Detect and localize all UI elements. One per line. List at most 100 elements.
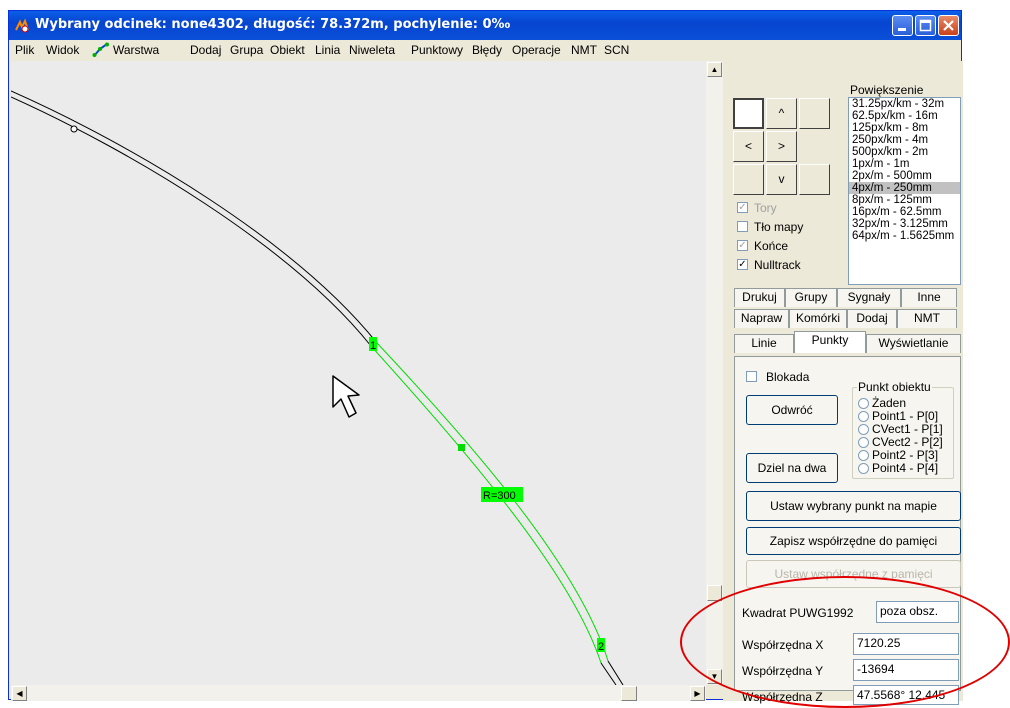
zoom-option[interactable]: 125px/km - 8m: [849, 122, 960, 134]
tab-linie[interactable]: Linie: [734, 334, 794, 353]
track-node: [70, 125, 78, 133]
checkbox-tlo-mapy-label: Tło mapy: [754, 220, 804, 234]
menu-bledy[interactable]: Błędy: [472, 43, 502, 57]
nav-up-button[interactable]: ^: [766, 98, 797, 129]
checkbox-nulltrack-box: ✓: [737, 259, 748, 270]
tab-drukuj[interactable]: Drukuj: [734, 288, 785, 307]
menu-niweleta[interactable]: Niweleta: [349, 43, 395, 57]
tab-wyswietlanie[interactable]: Wyświetlanie: [866, 334, 961, 353]
tab-komorki[interactable]: Komórki: [789, 309, 847, 328]
radius-label: R=300: [483, 490, 516, 502]
point-2-label: 2: [598, 641, 604, 653]
tab-grupy[interactable]: Grupy: [785, 288, 837, 307]
radio-dot: [858, 450, 869, 461]
menu-bar: Plik Widok Warstwa Dodaj Grupa Obiekt Li…: [9, 40, 961, 60]
checkbox-blokada-box: [746, 371, 757, 382]
menu-warstwa[interactable]: Warstwa: [113, 43, 159, 57]
close-button[interactable]: [938, 15, 959, 36]
nav-center-button[interactable]: [733, 98, 764, 129]
checkbox-tlo-mapy-box: [737, 221, 748, 232]
nav-left-button[interactable]: <: [733, 131, 764, 162]
zoom-option[interactable]: 8px/m - 125mm: [849, 194, 960, 206]
zoom-option-selected[interactable]: 4px/m - 250mm: [849, 182, 960, 194]
menu-obiekt[interactable]: Obiekt: [270, 43, 305, 57]
checkbox-tory-label: Tory: [754, 201, 777, 215]
maximize-icon: [919, 19, 932, 32]
tab-inne[interactable]: Inne: [901, 288, 957, 307]
tab-napraw[interactable]: Napraw: [734, 309, 789, 328]
track-map: 1 R=300 2: [11, 90, 624, 685]
vertical-scrollbar[interactable]: ▲ ▼: [706, 61, 723, 685]
set-point-on-map-button[interactable]: Ustaw wybrany punkt na mapie: [746, 491, 961, 521]
point-1-label: 1: [370, 340, 376, 352]
zoom-option[interactable]: 64px/m - 1.5625mm: [849, 230, 960, 242]
nav-blank-bottom-left[interactable]: [733, 164, 764, 195]
nav-down-button[interactable]: v: [766, 164, 797, 195]
zoom-option[interactable]: 31.25px/km - 32m: [849, 98, 960, 110]
radio-label: CVect1 - P[1]: [872, 422, 943, 436]
checkbox-tory-box: ✓: [737, 202, 748, 213]
radio-label: Point4 - P[4]: [872, 461, 939, 475]
radio-dot: [858, 463, 869, 474]
menu-scn[interactable]: SCN: [604, 43, 629, 57]
radio-dot: [858, 411, 869, 422]
checkbox-konce-box: ✓: [737, 240, 748, 251]
horizontal-scrollbar[interactable]: ◀ ▶: [11, 685, 706, 701]
layers-icon: [92, 42, 109, 57]
scroll-left-button[interactable]: ◀: [12, 686, 27, 701]
menu-plik[interactable]: Plik: [15, 43, 34, 57]
radio-label: Żaden: [872, 396, 907, 410]
nav-blank-top-right[interactable]: [799, 98, 830, 129]
map-canvas[interactable]: 1 R=300 2: [11, 61, 706, 685]
zoom-option[interactable]: 32px/m - 3.125mm: [849, 218, 960, 230]
menu-linia[interactable]: Linia: [315, 43, 340, 57]
checkbox-konce-label: Końce: [754, 239, 789, 253]
selected-track-left: [370, 345, 602, 664]
radio-label: Point2 - P[3]: [872, 448, 939, 462]
control-point[interactable]: [458, 444, 465, 451]
menu-punktowy[interactable]: Punktowy: [411, 43, 463, 57]
maximize-button[interactable]: [915, 15, 936, 36]
zoom-option[interactable]: 62.5px/km - 16m: [849, 110, 960, 122]
window-title: Wybrany odcinek: none4302, długość: 78.3…: [35, 17, 511, 32]
menu-dodaj[interactable]: Dodaj: [190, 43, 221, 57]
highlight-annotation-ellipse: [680, 576, 1010, 708]
mouse-cursor-icon: [332, 375, 360, 418]
tab-dodaj[interactable]: Dodaj: [847, 309, 897, 328]
menu-widok[interactable]: Widok: [46, 43, 79, 57]
zoom-option[interactable]: 250px/km - 4m: [849, 134, 960, 146]
checkbox-nulltrack-label: Nulltrack: [754, 258, 801, 272]
scroll-right-button[interactable]: ▶: [690, 686, 705, 701]
nav-right-button[interactable]: >: [766, 131, 797, 162]
radio-label: Point1 - P[0]: [872, 409, 939, 423]
dziel-na-dwa-button[interactable]: Dziel na dwa: [746, 453, 838, 483]
zoom-option[interactable]: 16px/m - 62.5mm: [849, 206, 960, 218]
radio-label: CVect2 - P[2]: [872, 435, 943, 449]
checkbox-blokada-label: Blokada: [766, 370, 810, 384]
punkt-obiektu-group: Punkt obiektu Żaden Point1 - P[0] CVect1…: [852, 380, 954, 479]
horizontal-scroll-thumb[interactable]: [621, 686, 637, 701]
tab-nmt[interactable]: NMT: [897, 309, 957, 328]
zoom-listbox[interactable]: 31.25px/km - 32m 62.5px/km - 16m 125px/k…: [848, 97, 961, 285]
menu-grupa[interactable]: Grupa: [230, 43, 263, 57]
minimize-button[interactable]: [892, 15, 913, 36]
odwroc-button[interactable]: Odwróć: [746, 395, 838, 425]
menu-nmt[interactable]: NMT: [571, 43, 597, 57]
save-coords-button[interactable]: Zapisz współrzędne do pamięci: [746, 527, 961, 555]
zoom-option[interactable]: 2px/m - 500mm: [849, 170, 960, 182]
zoom-label: Powiększenie: [850, 83, 924, 97]
minimize-icon: [898, 28, 906, 31]
close-icon: [943, 20, 954, 31]
scroll-up-button[interactable]: ▲: [707, 62, 722, 77]
radio-dot: [858, 398, 869, 409]
menu-operacje[interactable]: Operacje: [512, 43, 561, 57]
punkt-obiektu-title: Punkt obiektu: [857, 380, 932, 394]
radio-dot: [858, 424, 869, 435]
zoom-option[interactable]: 500px/km - 2m: [849, 146, 960, 158]
app-icon: [15, 18, 29, 33]
title-bar[interactable]: Wybrany odcinek: none4302, długość: 78.3…: [9, 11, 961, 40]
nav-blank-bottom-right[interactable]: [799, 164, 830, 195]
tab-sygnaly[interactable]: Sygnały: [837, 288, 901, 307]
tab-punkty[interactable]: Punkty: [794, 331, 866, 353]
zoom-option[interactable]: 1px/m - 1m: [849, 158, 960, 170]
